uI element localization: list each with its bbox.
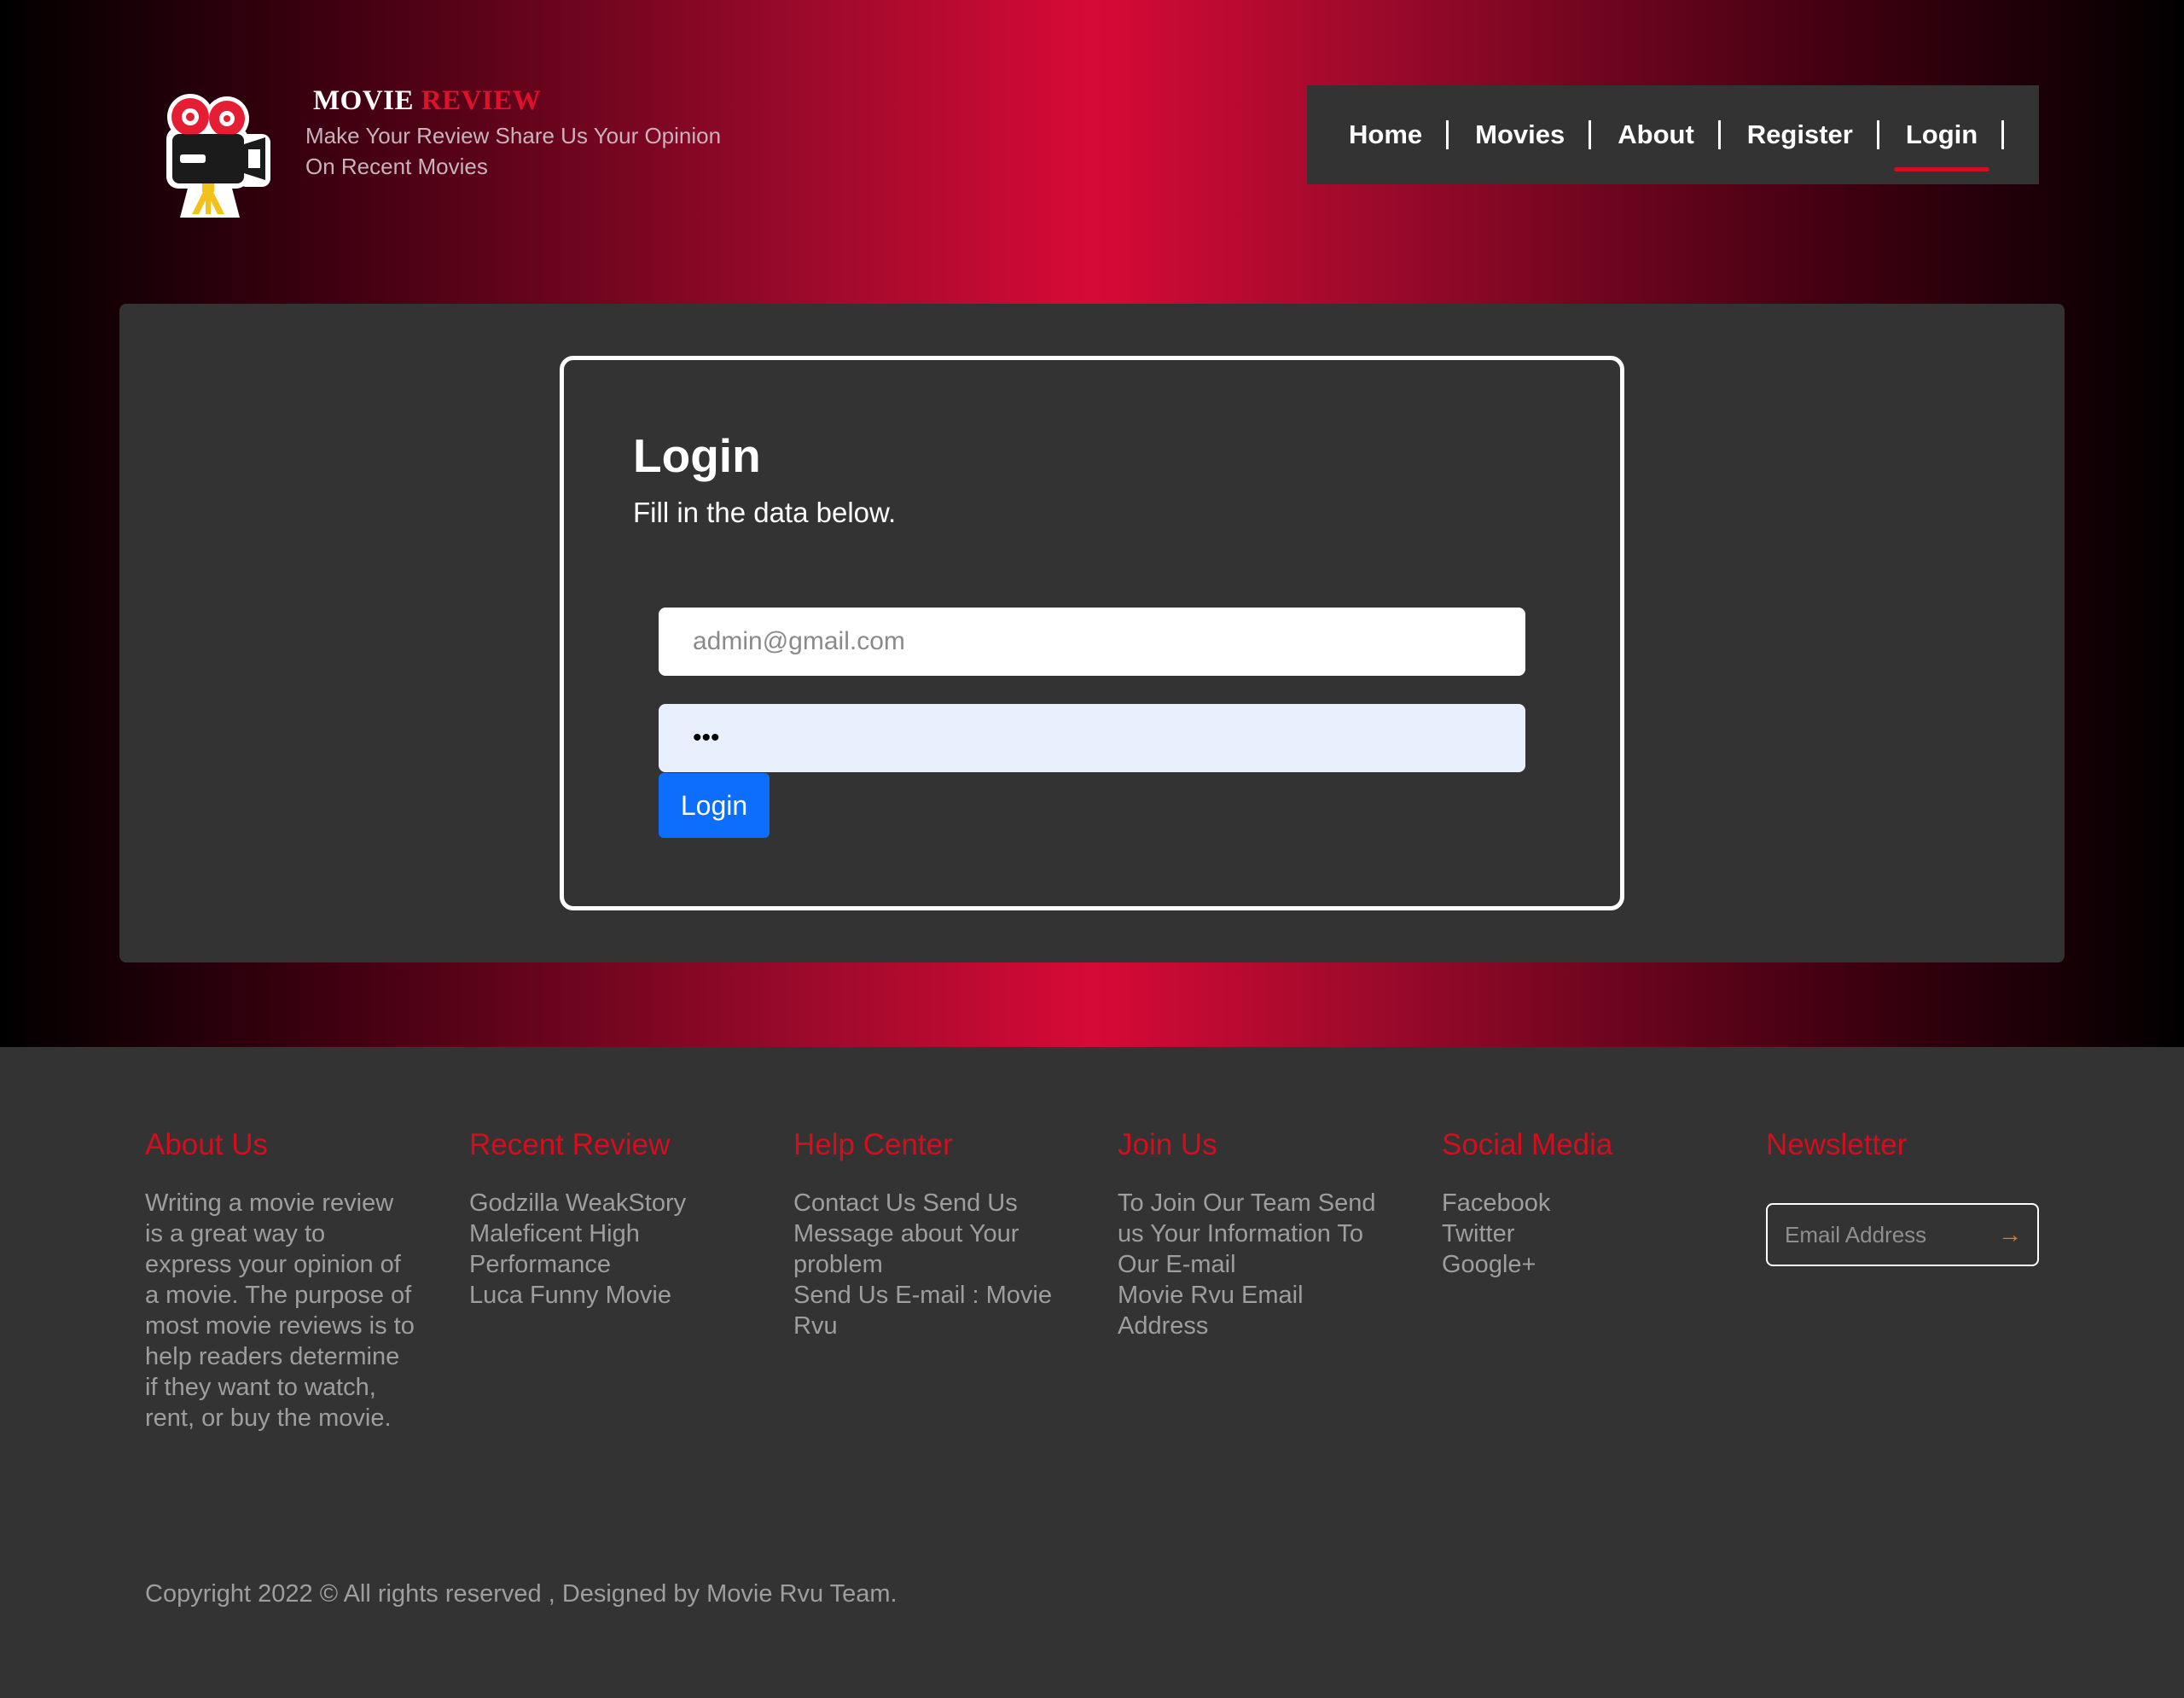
login-button[interactable]: Login xyxy=(659,773,770,838)
movie-camera-icon[interactable] xyxy=(165,90,271,219)
nav-item-about[interactable]: About xyxy=(1591,120,1721,149)
footer-link[interactable]: Send Us E-mail : Movie Rvu xyxy=(793,1280,1066,1341)
footer-link[interactable]: Luca Funny Movie xyxy=(469,1280,725,1311)
active-nav-indicator xyxy=(1893,167,1990,172)
nav-item-label: About xyxy=(1618,119,1694,149)
footer-social-media: Social Media Facebook Twitter Google+ xyxy=(1442,1128,1715,1280)
nav-item-register[interactable]: Register xyxy=(1721,120,1879,149)
main-nav: Home Movies About Register Login xyxy=(1307,85,2039,184)
footer-link[interactable]: Godzilla WeakStory xyxy=(469,1188,725,1218)
login-title: Login xyxy=(633,429,761,482)
brand-tagline-line2: On Recent Movies xyxy=(305,154,488,179)
nav-item-login[interactable]: Login xyxy=(1879,119,2005,172)
nav-item-home[interactable]: Home xyxy=(1322,120,1449,149)
footer-newsletter: Newsletter xyxy=(1766,1128,2039,1188)
footer-heading: Newsletter xyxy=(1766,1128,1908,1161)
brand-title-primary: MOVIE xyxy=(313,85,414,116)
password-field[interactable] xyxy=(659,704,1525,772)
brand-tagline: Make Your Review Share Us Your Opinion O… xyxy=(305,120,749,182)
arrow-right-icon[interactable]: → xyxy=(1998,1220,2022,1249)
brand-title[interactable]: MOVIE REVIEW xyxy=(313,85,541,117)
copyright: Copyright 2022 © All rights reserved , D… xyxy=(145,1580,897,1608)
footer-link-facebook[interactable]: Facebook xyxy=(1442,1188,1715,1218)
nav-item-label: Register xyxy=(1746,119,1853,149)
nav-item-label: Movies xyxy=(1475,119,1565,149)
login-subtitle: Fill in the data below. xyxy=(633,497,897,528)
footer-heading: Join Us xyxy=(1118,1128,1217,1161)
footer-link[interactable]: Movie Rvu Email Address xyxy=(1118,1280,1339,1341)
footer-about-text: Writing a movie review is a great way to… xyxy=(145,1189,415,1432)
footer-link[interactable]: Maleficent High Performance xyxy=(469,1218,665,1280)
footer-about: About Us Writing a movie review is a gre… xyxy=(145,1128,418,1433)
footer-heading: Help Center xyxy=(793,1128,953,1161)
footer-recent-review: Recent Review Godzilla WeakStory Malefic… xyxy=(469,1128,742,1311)
email-field[interactable] xyxy=(659,608,1525,676)
footer-help-center: Help Center Contact Us Send Us Message a… xyxy=(793,1128,1066,1341)
footer-heading: Recent Review xyxy=(469,1128,671,1161)
footer-link[interactable]: Contact Us Send Us Message about Your pr… xyxy=(793,1188,1049,1280)
nav-item-label: Login xyxy=(1905,119,1978,149)
nav-item-label: Home xyxy=(1349,119,1423,149)
footer-join-us: Join Us To Join Our Team Send us Your In… xyxy=(1118,1128,1391,1341)
footer-heading: Social Media xyxy=(1442,1128,1613,1161)
footer-heading: About Us xyxy=(145,1128,268,1161)
brand-title-accent: REVIEW xyxy=(421,85,542,116)
nav-item-movies[interactable]: Movies xyxy=(1449,119,1592,149)
footer-link[interactable]: To Join Our Team Send us Your Informatio… xyxy=(1118,1188,1391,1280)
brand-tagline-line1: Make Your Review Share Us Your Opinion xyxy=(305,123,722,148)
newsletter-form: → xyxy=(1766,1203,2039,1266)
footer-link-google-plus[interactable]: Google+ xyxy=(1442,1249,1715,1280)
newsletter-email-input[interactable] xyxy=(1785,1205,1989,1265)
footer-link-twitter[interactable]: Twitter xyxy=(1442,1218,1715,1249)
